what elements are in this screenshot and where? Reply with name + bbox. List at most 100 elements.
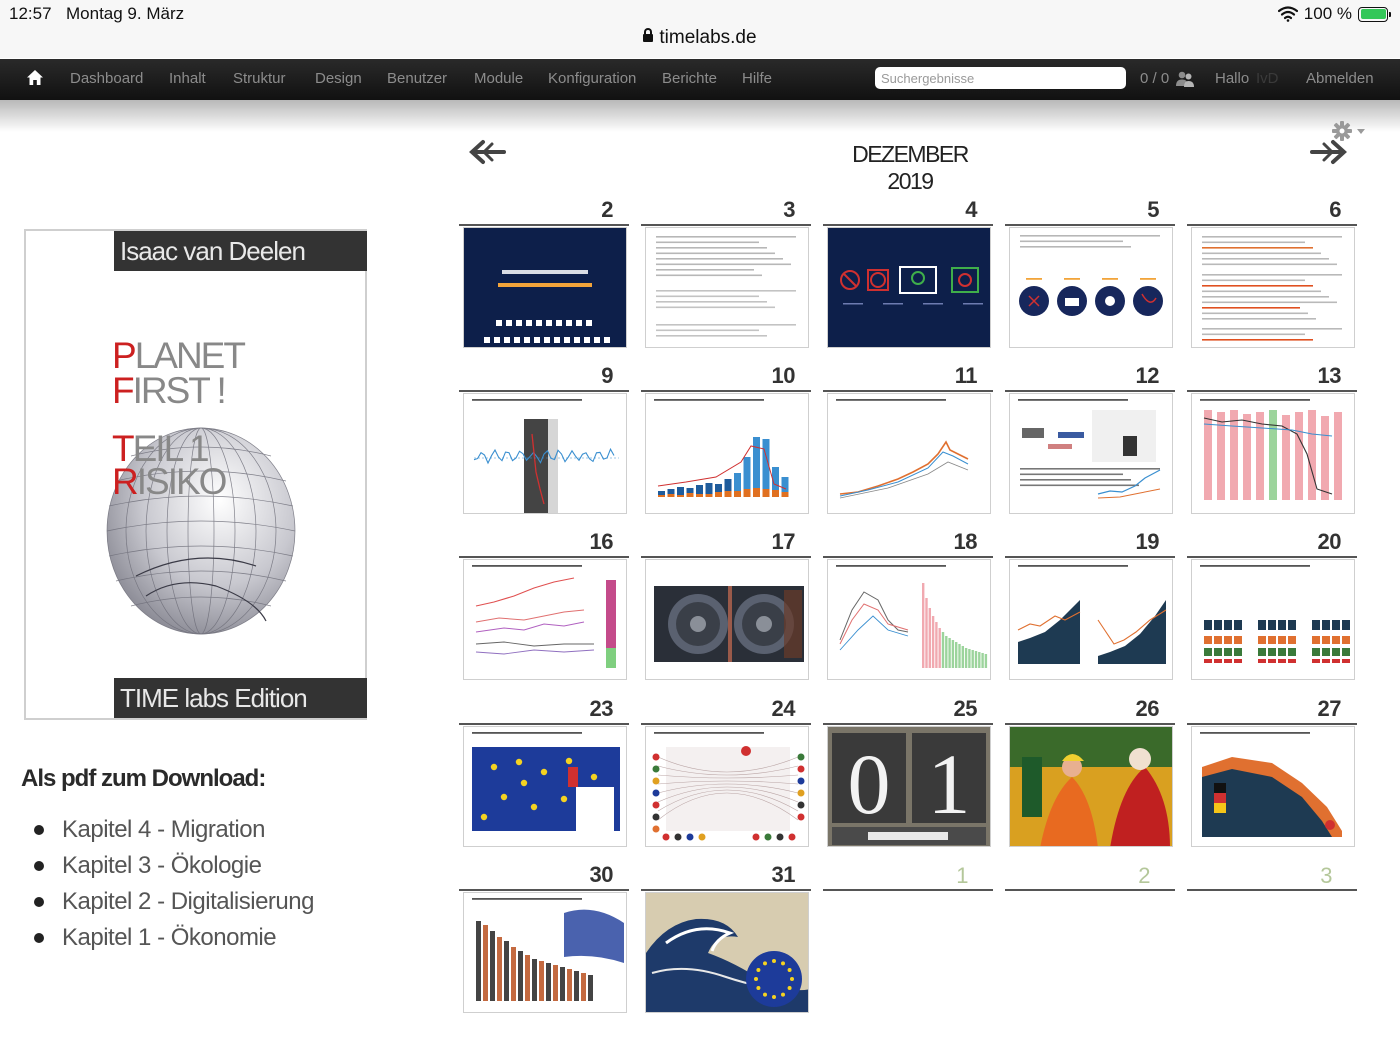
- svg-text:1: 1: [928, 736, 971, 832]
- day-divider: [823, 723, 993, 725]
- article-thumbnail[interactable]: [827, 559, 991, 680]
- nav-module[interactable]: Module: [474, 70, 523, 87]
- book-cover[interactable]: Isaac van Deelen PLANET FIRST ! TEIL 1 R…: [24, 229, 367, 720]
- ios-status-bar: 12:57 Montag 9. März 100 % timelabs.de: [0, 0, 1400, 58]
- username[interactable]: IvD: [1256, 70, 1279, 87]
- navbar-shadow: [0, 100, 1400, 132]
- article-thumbnail[interactable]: [463, 227, 627, 348]
- calendar-day: 12: [1005, 363, 1175, 523]
- calendar-day: 30: [459, 862, 629, 1022]
- address-bar[interactable]: timelabs.de: [0, 27, 1400, 49]
- day-number: 24: [771, 696, 796, 721]
- day-number: 18: [953, 529, 978, 554]
- article-thumbnail[interactable]: [1009, 726, 1173, 847]
- calendar-title: DEZEMBER 2019: [852, 141, 969, 194]
- day-divider: [1005, 556, 1175, 558]
- calendar-day: 2: [459, 197, 629, 357]
- day-divider: [1005, 224, 1175, 226]
- day-divider: [1005, 723, 1175, 725]
- article-thumbnail[interactable]: [1191, 393, 1355, 514]
- wifi-icon: [1277, 6, 1298, 22]
- next-month-arrow-icon[interactable]: [1310, 139, 1348, 165]
- day-number: 9: [601, 363, 613, 388]
- calendar-day: 11: [823, 363, 993, 523]
- status-date: Montag 9. März: [66, 4, 185, 23]
- day-number: 2: [601, 197, 613, 222]
- calendar-day: 24: [641, 696, 811, 856]
- day-divider: [459, 889, 629, 891]
- nav-berichte[interactable]: Berichte: [662, 70, 717, 87]
- day-divider: [641, 390, 811, 392]
- article-thumbnail[interactable]: [645, 559, 809, 680]
- download-list: Kapitel 4 - Migration Kapitel 3 - Ökolog…: [34, 812, 314, 956]
- calendar-day: 31: [641, 862, 811, 1022]
- prev-month-arrow-icon[interactable]: [468, 139, 506, 165]
- calendar-day: 20: [1187, 529, 1357, 689]
- calendar-day: 19: [1005, 529, 1175, 689]
- article-thumbnail[interactable]: [645, 726, 809, 847]
- nav-design[interactable]: Design: [315, 70, 362, 87]
- calendar-day: 10: [641, 363, 811, 523]
- calendar-day: 17: [641, 529, 811, 689]
- article-thumbnail[interactable]: [1009, 227, 1173, 348]
- nav-benutzer[interactable]: Benutzer: [387, 70, 447, 87]
- day-divider: [459, 224, 629, 226]
- day-number: 13: [1317, 363, 1342, 388]
- calendar-day: 6: [1187, 197, 1357, 357]
- users-icon[interactable]: [1175, 69, 1195, 89]
- nav-konfiguration[interactable]: Konfiguration: [548, 70, 636, 87]
- logout-link[interactable]: Abmelden: [1306, 70, 1374, 87]
- nav-dashboard[interactable]: Dashboard: [70, 70, 143, 87]
- download-link[interactable]: Kapitel 3 - Ökologie: [34, 848, 314, 884]
- nav-struktur[interactable]: Struktur: [233, 70, 286, 87]
- day-divider: [1005, 390, 1175, 392]
- battery-icon: [1358, 6, 1391, 22]
- day-divider: [641, 889, 811, 891]
- book-edition: TIME labs Edition: [114, 678, 367, 718]
- article-thumbnail[interactable]: [1191, 559, 1355, 680]
- day-divider: [459, 723, 629, 725]
- day-number: 20: [1317, 529, 1342, 554]
- day-divider: [459, 390, 629, 392]
- home-icon[interactable]: [26, 69, 44, 87]
- article-thumbnail[interactable]: [827, 227, 991, 348]
- article-thumbnail[interactable]: [827, 393, 991, 514]
- article-thumbnail[interactable]: [1191, 227, 1355, 348]
- calendar-day: 3: [641, 197, 811, 357]
- nav-hilfe[interactable]: Hilfe: [742, 70, 772, 87]
- day-number: 19: [1135, 529, 1160, 554]
- article-thumbnail[interactable]: [645, 393, 809, 514]
- article-thumbnail[interactable]: [463, 559, 627, 680]
- day-divider: [1005, 889, 1175, 891]
- article-thumbnail[interactable]: [1191, 726, 1355, 847]
- article-thumbnail[interactable]: [463, 393, 627, 514]
- article-thumbnail[interactable]: 0 1: [827, 726, 991, 847]
- day-number: 2: [1138, 863, 1150, 888]
- calendar-day: 18: [823, 529, 993, 689]
- article-thumbnail[interactable]: [645, 227, 809, 348]
- day-divider: [823, 556, 993, 558]
- day-divider: [823, 224, 993, 226]
- day-number: 17: [771, 529, 796, 554]
- calendar-day: 27: [1187, 696, 1357, 856]
- download-link[interactable]: Kapitel 2 - Digitalisierung: [34, 884, 314, 920]
- calendar-day: 13: [1187, 363, 1357, 523]
- day-number: 6: [1329, 197, 1341, 222]
- article-thumbnail[interactable]: [463, 892, 627, 1013]
- day-divider: [823, 390, 993, 392]
- calendar-day-next-month: 3: [1187, 862, 1357, 1022]
- day-number: 5: [1147, 197, 1159, 222]
- search-input[interactable]: [875, 67, 1126, 89]
- day-number: 12: [1135, 363, 1160, 388]
- article-thumbnail[interactable]: [1009, 559, 1173, 680]
- article-thumbnail[interactable]: [1009, 393, 1173, 514]
- day-number: 27: [1317, 696, 1342, 721]
- article-thumbnail[interactable]: [645, 892, 809, 1013]
- nav-inhalt[interactable]: Inhalt: [169, 70, 206, 87]
- article-thumbnail[interactable]: [463, 726, 627, 847]
- download-link[interactable]: Kapitel 4 - Migration: [34, 812, 314, 848]
- day-divider: [1187, 889, 1357, 891]
- day-number: 1: [956, 863, 968, 888]
- day-number: 30: [589, 862, 614, 887]
- download-link[interactable]: Kapitel 1 - Ökonomie: [34, 920, 314, 956]
